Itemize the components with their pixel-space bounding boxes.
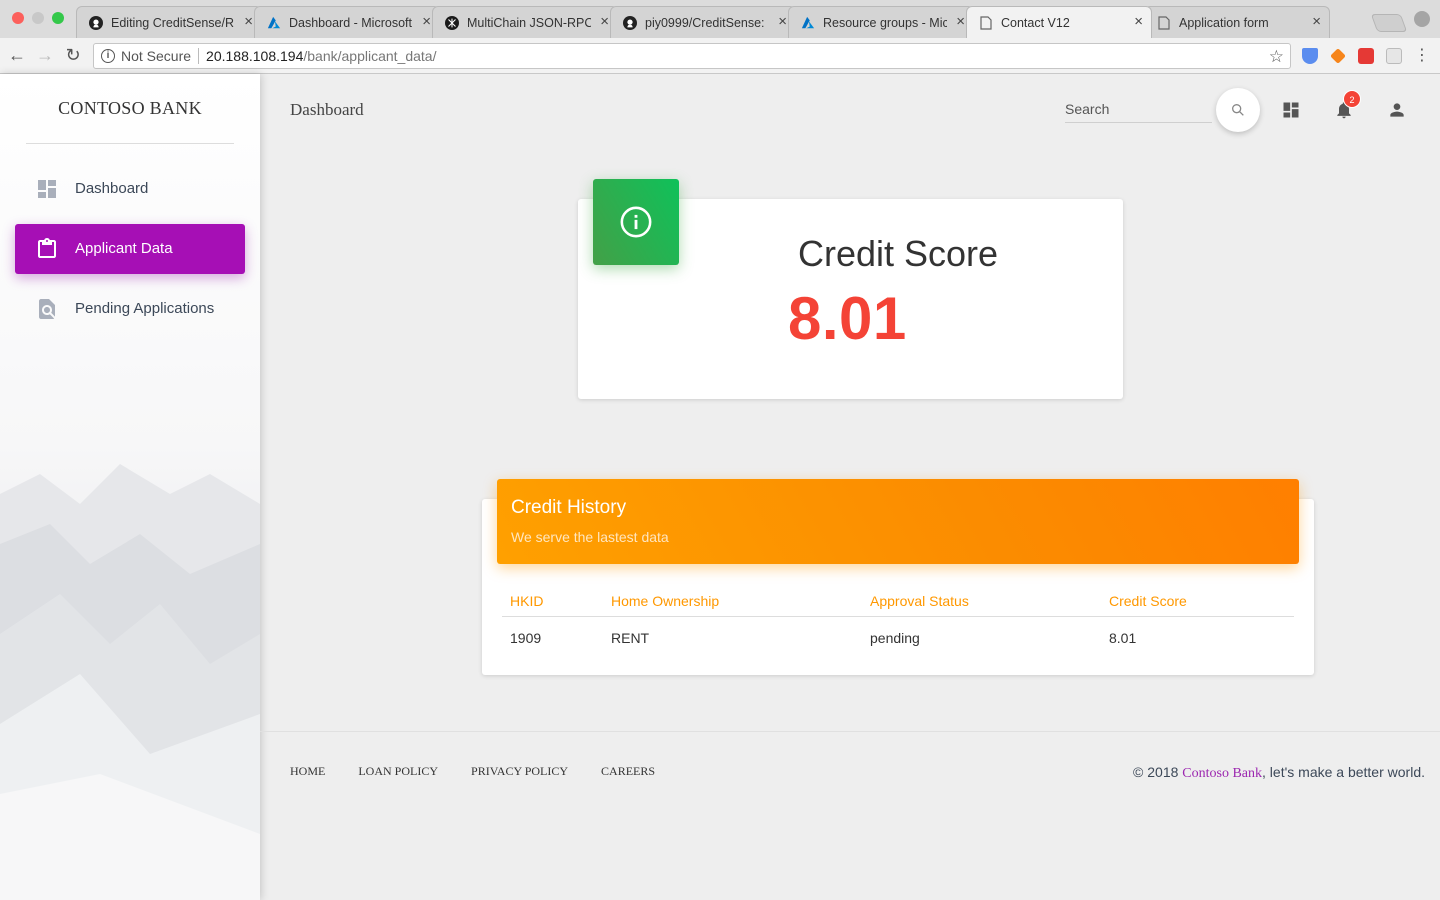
- url-host: 20.188.108.194: [206, 48, 304, 64]
- credit-score-title: Credit Score: [797, 233, 999, 274]
- credit-history-table: HKID Home Ownership Approval Status Cred…: [502, 586, 1294, 660]
- close-tab-icon[interactable]: ×: [1312, 14, 1321, 30]
- cell-home-ownership: RENT: [611, 630, 650, 647]
- close-tab-icon[interactable]: ×: [422, 14, 431, 30]
- close-tab-icon[interactable]: ×: [778, 14, 787, 30]
- credit-score-value: 8.01: [788, 285, 907, 352]
- sidebar: CONTOSO BANK Dashboard Applicant Data Pe…: [0, 74, 260, 900]
- dashboard-grid-button[interactable]: [1279, 98, 1303, 122]
- new-tab-button[interactable]: [1370, 14, 1408, 32]
- browser-tab-strip: Editing CreditSense/RE × Dashboard - Mic…: [0, 0, 1440, 38]
- page-title[interactable]: Dashboard: [290, 100, 364, 120]
- cell-credit-score: 8.01: [1109, 630, 1137, 647]
- browser-tab[interactable]: piy0999/CreditSense: ×: [610, 6, 796, 38]
- close-tab-icon[interactable]: ×: [956, 14, 965, 30]
- sidebar-item-label: Applicant Data: [75, 240, 173, 257]
- info-icon[interactable]: i: [101, 49, 115, 63]
- copyright-brand-link[interactable]: Contoso Bank: [1182, 766, 1262, 781]
- browser-tab[interactable]: Dashboard - Microsoft ×: [254, 6, 440, 38]
- clipboard-icon: [38, 238, 56, 258]
- profile-icon[interactable]: [1414, 11, 1430, 27]
- tab-title: Dashboard - Microsoft: [289, 15, 412, 30]
- divider: [198, 48, 200, 64]
- tab-title: piy0999/CreditSense:: [645, 15, 765, 30]
- sidebar-item-label: Pending Applications: [75, 300, 215, 317]
- tab-title: Contact V12: [1001, 15, 1070, 30]
- column-header-approval-status: Approval Status: [862, 586, 1101, 617]
- copyright-text: © 2018 Contoso Bank, let's make a better…: [1133, 764, 1425, 782]
- security-label: Not Secure: [121, 48, 192, 64]
- browser-tab[interactable]: Resource groups - Mic ×: [788, 6, 974, 38]
- browser-toolbar: ← → ↻ i Not Secure 20.188.108.194 /bank/…: [0, 38, 1440, 74]
- browser-menu-icon[interactable]: ⋮: [1411, 44, 1433, 66]
- sidebar-item-pending-applications[interactable]: Pending Applications: [15, 284, 245, 334]
- tab-title: MultiChain JSON-RPC: [467, 15, 591, 30]
- close-tab-icon[interactable]: ×: [1134, 14, 1143, 30]
- tab-title: Editing CreditSense/RE: [111, 15, 235, 30]
- extension-shield-icon[interactable]: [1302, 48, 1318, 64]
- close-tab-icon[interactable]: ×: [244, 14, 253, 30]
- column-header-hkid: HKID: [502, 586, 603, 617]
- page-icon: [979, 16, 993, 30]
- search-icon: [1232, 104, 1244, 116]
- azure-icon: [801, 16, 815, 30]
- footer-link-careers[interactable]: CAREERS: [601, 764, 655, 779]
- back-arrow-icon[interactable]: ←: [6, 44, 28, 66]
- browser-tab[interactable]: Editing CreditSense/RE ×: [76, 6, 262, 38]
- search-field[interactable]: [1065, 97, 1212, 123]
- copyright-prefix: © 2018: [1133, 764, 1183, 780]
- browser-tab-active[interactable]: Contact V12 ×: [966, 6, 1152, 38]
- forward-arrow-icon[interactable]: →: [34, 44, 56, 66]
- react-devtools-icon[interactable]: [1386, 48, 1402, 64]
- sidebar-item-label: Dashboard: [75, 180, 149, 197]
- notification-count-badge: 2: [1343, 90, 1361, 108]
- metamask-fox-icon[interactable]: [1330, 48, 1346, 64]
- minimize-window-button[interactable]: [32, 12, 44, 24]
- reload-icon[interactable]: ↻: [62, 44, 84, 66]
- sidebar-item-dashboard[interactable]: Dashboard: [15, 164, 245, 214]
- footer-link-privacy-policy[interactable]: PRIVACY POLICY: [471, 764, 568, 779]
- user-profile-button[interactable]: [1385, 98, 1409, 122]
- footer-nav: HOME LOAN POLICY PRIVACY POLICY CAREERS: [290, 764, 688, 779]
- dashboard-icon: [1283, 102, 1299, 118]
- url-path: /bank/applicant_data/: [303, 48, 437, 64]
- tab-title: Application form: [1179, 15, 1269, 30]
- credit-history-title: Credit History: [511, 497, 627, 518]
- copyright-suffix: , let's make a better world.: [1262, 764, 1425, 780]
- footer-link-home[interactable]: HOME: [290, 764, 325, 779]
- search-input[interactable]: [1065, 97, 1212, 121]
- column-header-credit-score: Credit Score: [1101, 586, 1294, 617]
- table-row: 1909 RENT pending 8.01: [502, 616, 1294, 660]
- browser-tab[interactable]: MultiChain JSON-RPC ×: [432, 6, 618, 38]
- person-icon: [1390, 103, 1404, 117]
- address-bar[interactable]: i Not Secure 20.188.108.194 /bank/applic…: [93, 43, 1291, 69]
- find-in-page-icon: [39, 299, 55, 319]
- footer-divider: [260, 731, 1440, 732]
- page-icon: [1157, 16, 1171, 30]
- credit-history-subtitle: We serve the lastest data: [511, 529, 669, 545]
- brand-logo-text[interactable]: CONTOSO BANK: [26, 98, 234, 119]
- sidebar-item-applicant-data[interactable]: Applicant Data: [15, 224, 245, 274]
- browser-tab[interactable]: Application form ×: [1144, 6, 1330, 38]
- cors-extension-icon[interactable]: [1358, 48, 1374, 64]
- github-icon: [89, 16, 103, 30]
- tab-title: Resource groups - Mic: [823, 15, 947, 30]
- column-header-home-ownership: Home Ownership: [603, 586, 862, 617]
- azure-icon: [267, 16, 281, 30]
- maximize-window-button[interactable]: [52, 12, 64, 24]
- dashboard-icon: [38, 180, 56, 198]
- cell-hkid: 1909: [510, 630, 542, 647]
- divider: [26, 143, 234, 144]
- credit-history-header: Credit History We serve the lastest data: [497, 479, 1299, 564]
- close-tab-icon[interactable]: ×: [600, 14, 609, 30]
- multichain-icon: [445, 16, 459, 30]
- footer-link-loan-policy[interactable]: LOAN POLICY: [358, 764, 438, 779]
- cell-approval-status: pending: [870, 630, 920, 647]
- close-window-button[interactable]: [12, 12, 24, 24]
- github-icon: [623, 16, 637, 30]
- search-button[interactable]: [1216, 88, 1260, 132]
- table-header-row: HKID Home Ownership Approval Status Cred…: [502, 586, 1294, 617]
- bookmark-star-icon[interactable]: ☆: [1269, 47, 1284, 67]
